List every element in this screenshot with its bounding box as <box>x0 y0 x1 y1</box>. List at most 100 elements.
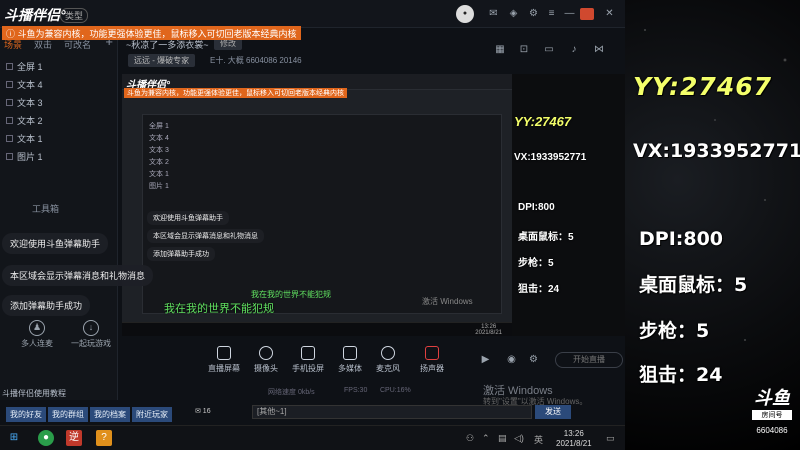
source-item[interactable]: 文本 2 <box>0 111 117 129</box>
layout-icon[interactable]: ▦ <box>494 44 506 56</box>
nested-row: 文本 2 <box>149 159 169 166</box>
checkbox-icon[interactable] <box>6 134 13 142</box>
camera-button[interactable]: 摄像头 <box>242 346 290 374</box>
logo-mark: 斗鱼 <box>754 388 790 408</box>
play-together-button[interactable]: ↓ 一起玩游戏 <box>66 320 116 349</box>
mic-icon <box>381 346 395 360</box>
stream-preview[interactable]: 斗播伴侣° 斗鱼为兼容内核，功能更强体验更佳，鼠标移入可切回老版本经典内核 全屏… <box>122 74 625 336</box>
app-orange-icon[interactable]: ? <box>96 430 112 446</box>
title-bar: 斗播伴侣° 类型 ● ✉ ◈ ⚙ ≡ — ✕ <box>0 0 625 28</box>
inner-notice: 斗鱼为兼容内核，功能更强体验更佳，鼠标移入可切回老版本经典内核 <box>124 88 347 98</box>
up-arrow-icon[interactable]: ⌃ <box>482 433 490 444</box>
menu-icon[interactable]: ≡ <box>546 8 557 19</box>
inner-step-text: 步枪：5 <box>518 258 554 269</box>
tab-profile[interactable]: 我的档案 <box>90 407 130 422</box>
douyu-room-logo: 斗鱼 房间号 6604086 <box>752 384 792 438</box>
windows-start-icon[interactable]: ⊞ <box>6 430 22 446</box>
send-button[interactable]: 发送 <box>535 405 571 419</box>
people-tray-icon[interactable]: ⚇ <box>466 433 474 444</box>
inner-snipe-text: 狙击：24 <box>518 284 560 295</box>
source-item[interactable]: 文本 1 <box>0 129 117 147</box>
user-avatar[interactable]: ● <box>456 5 474 23</box>
kernel-notice[interactable]: ⓘ 斗鱼为兼容内核，功能更强体验更佳，鼠标移入可切回老版本经典内核 <box>2 26 301 40</box>
app-red-icon[interactable]: 逆 <box>66 430 82 446</box>
nested-chat-message: 我在我的世界不能犯规 <box>251 290 331 299</box>
language-icon[interactable]: 英 <box>534 433 543 446</box>
toolbox-label: 工具箱 <box>32 204 60 214</box>
nested-capture: 全屏 1 文本 4 文本 3 文本 2 文本 1 图片 1 欢迎使用斗鱼弹幕助手… <box>142 114 502 314</box>
multi-mic-button[interactable]: ♟ 多人连麦 <box>12 320 62 349</box>
people-icon: ♟ <box>29 320 45 336</box>
room-info: E十. 大概 6604086 20146 <box>210 56 302 65</box>
tab-nearby[interactable]: 附近玩家 <box>132 407 172 422</box>
source-label: 文本 2 <box>17 115 43 126</box>
checkbox-icon[interactable] <box>6 116 13 124</box>
inner-vx-text: VX:1933952771 <box>514 152 587 163</box>
volume-icon[interactable]: ◁) <box>514 433 524 444</box>
cpu-readout: CPU:16% <box>380 387 411 394</box>
phone-cast-button[interactable]: 手机投屏 <box>284 346 332 374</box>
speaker-button[interactable]: 扬声器 <box>408 346 456 374</box>
screen-capture-button[interactable]: 直播屏幕 <box>200 346 248 374</box>
source-label: 文本 4 <box>17 79 43 90</box>
windows-taskbar: ⊞ ● 逆 ? ⚇ ⌃ ▤ ◁) 英 13:26 2021/8/21 ▭ <box>0 425 625 450</box>
stream-overlay-panel: YY:27467 VX:1933952771 DPI:800 桌面鼠标：5 步枪… <box>625 0 800 450</box>
network-icon[interactable]: ▤ <box>498 433 507 444</box>
bell-icon[interactable]: ♪ <box>568 44 580 56</box>
type-badge[interactable]: 类型 <box>60 8 89 23</box>
nested-row: 全屏 1 <box>149 123 169 130</box>
record-icon[interactable]: ▶ <box>480 354 491 365</box>
inner-stream-overlay: YY:27467 VX:1933952771 DPI:800 桌面鼠标：5 步枪… <box>512 74 625 336</box>
fps-readout: FPS:30 <box>344 387 368 394</box>
source-label: 全屏 1 <box>17 61 43 72</box>
source-item[interactable]: 文本 4 <box>0 75 117 93</box>
nested-row: 图片 1 <box>149 183 169 190</box>
checkbox-icon[interactable] <box>6 80 13 88</box>
lock-icon[interactable]: ⊡ <box>518 44 530 56</box>
source-item[interactable]: 文本 3 <box>0 93 117 111</box>
message-count[interactable]: ✉ 16 <box>195 407 211 415</box>
inner-clock: 13:26 2021/8/21 <box>475 324 502 336</box>
yy-id-text: YY:27467 <box>633 72 773 101</box>
view-icon[interactable]: ◉ <box>506 354 517 365</box>
maximize-button[interactable] <box>580 8 594 20</box>
danmu-bubble: 添加弹幕助手成功 <box>2 295 91 316</box>
monitor-icon <box>217 346 231 360</box>
speaker-icon <box>425 346 439 360</box>
settings-icon[interactable]: ⚙ <box>528 8 539 19</box>
skin-icon[interactable]: ◈ <box>508 8 519 19</box>
danmu-bubble: 本区域会显示弹幕消息和礼物消息 <box>2 265 154 286</box>
desk-mouse-text: 桌面鼠标：5 <box>639 274 748 296</box>
rifle-text: 步枪：5 <box>639 320 710 342</box>
inner-dpi-text: DPI:800 <box>518 202 555 213</box>
checkbox-icon[interactable] <box>6 98 13 106</box>
notification-icon[interactable]: ▭ <box>606 433 615 444</box>
message-icon[interactable]: ✉ <box>488 8 499 19</box>
display-icon[interactable]: ▭ <box>543 44 555 56</box>
category-selector[interactable]: 远远 - 爆破专家 <box>128 54 196 67</box>
chat-tabs: 我的好友 我的群组 我的档案 附近玩家 <box>6 407 172 422</box>
settings-gear-icon[interactable]: ⚙ <box>528 354 539 365</box>
tab-friends[interactable]: 我的好友 <box>6 407 46 422</box>
tab-groups[interactable]: 我的群组 <box>48 407 88 422</box>
microphone-button[interactable]: 麦克风 <box>364 346 412 374</box>
checkbox-icon[interactable] <box>6 152 13 160</box>
checkbox-icon[interactable] <box>6 62 13 70</box>
camera-icon <box>259 346 273 360</box>
tutorial-link[interactable]: 斗播伴侣使用教程 <box>0 388 66 399</box>
chat-input[interactable]: [其他~1] <box>252 405 532 419</box>
nested-bubble: 欢迎使用斗鱼弹幕助手 <box>147 211 229 225</box>
start-live-button[interactable]: 开始直播 <box>555 352 623 368</box>
phone-icon <box>301 346 315 360</box>
browser-icon[interactable]: ● <box>38 430 54 446</box>
app-logo: 斗播伴侣° <box>4 7 66 23</box>
share-icon[interactable]: ⋈ <box>593 44 605 56</box>
logo-room-number: 6604086 <box>756 426 788 435</box>
source-item[interactable]: 全屏 1 <box>0 57 117 75</box>
nested-bubble: 本区域会显示弹幕消息和礼物消息 <box>147 229 264 243</box>
close-icon[interactable]: ✕ <box>604 8 615 19</box>
system-clock[interactable]: 13:26 2021/8/21 <box>556 429 592 449</box>
inner-yy-text: YY:27467 <box>514 114 572 129</box>
minimize-icon[interactable]: — <box>564 8 575 19</box>
source-item[interactable]: 图片 1 <box>0 147 117 165</box>
